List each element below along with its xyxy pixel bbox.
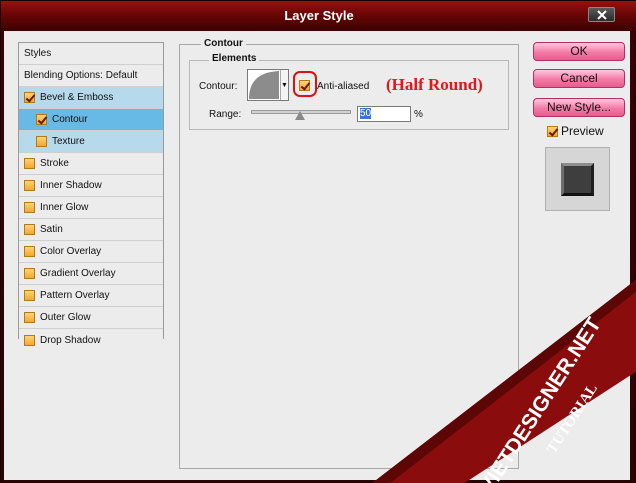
- drop-shadow-checkbox[interactable]: [24, 334, 35, 346]
- style-item-inner-shadow[interactable]: Inner Shadow: [19, 175, 163, 197]
- anti-aliased-label: Anti-aliased: [317, 81, 370, 92]
- style-item-label: Color Overlay: [40, 246, 102, 257]
- style-item-drop-shadow[interactable]: Drop Shadow: [19, 329, 163, 351]
- style-item-label: Inner Shadow: [40, 180, 102, 191]
- style-item-stroke[interactable]: Stroke: [19, 153, 163, 175]
- color-overlay-checkbox[interactable]: [24, 246, 35, 257]
- stroke-checkbox[interactable]: [24, 158, 35, 169]
- window-title: Layer Style: [284, 8, 354, 23]
- style-item-label: Satin: [40, 224, 63, 235]
- range-slider-handle[interactable]: [295, 111, 305, 120]
- texture-checkbox[interactable]: [36, 136, 47, 147]
- style-item-label: Pattern Overlay: [40, 290, 110, 301]
- style-item-gradient-overlay[interactable]: Gradient Overlay: [19, 263, 163, 285]
- layer-style-window: Layer Style Styles Blending Options: Def…: [0, 0, 636, 483]
- style-item-contour[interactable]: Contour: [19, 109, 163, 131]
- contour-checkbox[interactable]: [36, 114, 47, 125]
- style-item-label: Inner Glow: [40, 202, 89, 213]
- preview-checkbox[interactable]: [547, 126, 558, 137]
- preview-label: Preview: [561, 124, 604, 138]
- preview-thumbnail: [545, 147, 610, 211]
- close-button[interactable]: [588, 7, 615, 22]
- elements-group-title: Elements: [209, 53, 260, 64]
- style-item-label: Gradient Overlay: [40, 268, 116, 279]
- range-label: Range:: [209, 109, 242, 120]
- style-item-pattern-overlay[interactable]: Pattern Overlay: [19, 285, 163, 307]
- style-item-label: Outer Glow: [40, 312, 91, 323]
- preview-swatch: [561, 162, 594, 196]
- dialog-client-area: Styles Blending Options: Default Bevel &…: [4, 31, 630, 480]
- style-item-label: Contour: [52, 114, 88, 125]
- style-item-satin[interactable]: Satin: [19, 219, 163, 241]
- range-value: 50: [360, 108, 372, 119]
- half-round-annotation: (Half Round): [386, 75, 483, 94]
- contour-label: Contour:: [199, 81, 238, 92]
- inner-shadow-checkbox[interactable]: [24, 180, 35, 191]
- contour-picker[interactable]: ▼: [247, 69, 289, 101]
- style-item-color-overlay[interactable]: Color Overlay: [19, 241, 163, 263]
- outer-glow-checkbox[interactable]: [24, 312, 35, 323]
- contour-group-title: Contour: [201, 38, 246, 49]
- pattern-overlay-checkbox[interactable]: [24, 290, 35, 301]
- style-item-inner-glow[interactable]: Inner Glow: [19, 197, 163, 219]
- styles-header[interactable]: Styles: [19, 43, 163, 65]
- bevel-emboss-checkbox[interactable]: [24, 92, 35, 103]
- style-item-label: Stroke: [40, 158, 69, 169]
- range-unit: %: [414, 109, 423, 120]
- anti-aliased-checkbox[interactable]: [299, 80, 310, 91]
- satin-checkbox[interactable]: [24, 224, 35, 235]
- style-item-label: Drop Shadow: [40, 334, 101, 346]
- cancel-button[interactable]: Cancel: [533, 69, 625, 88]
- style-item-label: Texture: [52, 136, 85, 147]
- ok-button[interactable]: OK: [533, 42, 625, 61]
- style-item-outer-glow[interactable]: Outer Glow: [19, 307, 163, 329]
- range-input[interactable]: 50: [357, 106, 411, 122]
- close-icon: [596, 9, 607, 20]
- styles-list: Styles Blending Options: Default Bevel &…: [18, 42, 164, 351]
- style-item-texture[interactable]: Texture: [19, 131, 163, 153]
- style-item-bevel-emboss[interactable]: Bevel & Emboss: [19, 87, 163, 109]
- style-item-label: Bevel & Emboss: [40, 92, 114, 103]
- chevron-down-icon[interactable]: ▼: [280, 70, 288, 100]
- blending-options-item[interactable]: Blending Options: Default: [19, 65, 163, 87]
- gradient-overlay-checkbox[interactable]: [24, 268, 35, 279]
- title-bar[interactable]: Layer Style: [1, 1, 636, 31]
- inner-glow-checkbox[interactable]: [24, 202, 35, 213]
- new-style-button[interactable]: New Style...: [533, 98, 625, 117]
- contour-curve-icon: [248, 70, 280, 100]
